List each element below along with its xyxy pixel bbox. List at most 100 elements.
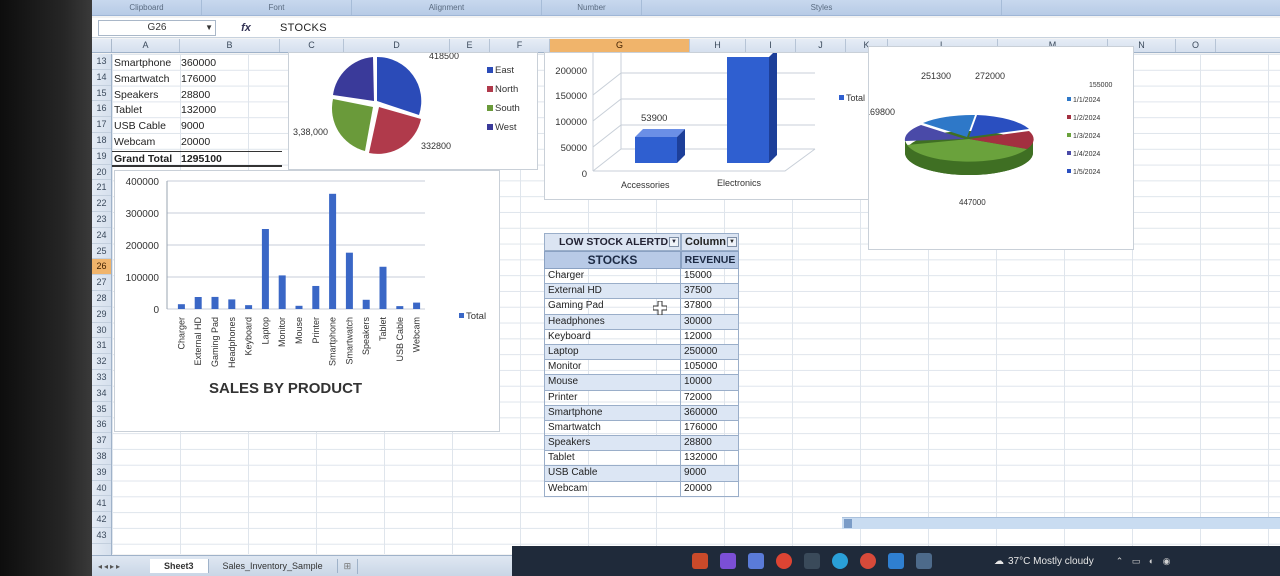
- name-box[interactable]: G26 ▼: [98, 19, 216, 36]
- app-icon-8[interactable]: [888, 553, 904, 569]
- pivot-row[interactable]: Printer 72000: [544, 390, 742, 406]
- tab-sheet3[interactable]: Sheet3: [150, 559, 209, 573]
- bar-gaming-pad[interactable]: [211, 296, 219, 309]
- product-cell[interactable]: Smartphone: [112, 56, 178, 72]
- product-cell[interactable]: USB Cable: [112, 119, 178, 135]
- pivot-stock-cell[interactable]: Monitor: [544, 360, 681, 376]
- row-header-26[interactable]: 26: [92, 259, 111, 276]
- pivot-revenue-cell[interactable]: 28800: [681, 436, 739, 452]
- row-header-35[interactable]: 35: [92, 402, 111, 418]
- pivot-revenue-cell[interactable]: 250000: [681, 344, 739, 361]
- grand-total-label[interactable]: Grand Total: [112, 152, 178, 165]
- pivot-stock-cell[interactable]: Speakers: [544, 436, 681, 452]
- pivot-stock-cell[interactable]: Headphones: [544, 314, 681, 330]
- pivot-row[interactable]: Monitor 105000: [544, 360, 742, 376]
- bar-smartphone[interactable]: [329, 193, 337, 309]
- pivot-row[interactable]: Charger 15000: [544, 269, 742, 285]
- pivot-revenue-cell[interactable]: 105000: [681, 360, 739, 376]
- pivot-stock-cell[interactable]: Keyboard: [544, 329, 681, 345]
- value-cell[interactable]: 176000: [178, 72, 278, 88]
- bar-charger[interactable]: [177, 304, 185, 309]
- app-icon-7[interactable]: [860, 553, 876, 569]
- app-icon-3[interactable]: [748, 553, 764, 569]
- bar-monitor[interactable]: [278, 275, 286, 309]
- row-header-21[interactable]: 21: [92, 180, 111, 197]
- row-header-33[interactable]: 33: [92, 370, 111, 386]
- pivot-revenue-cell[interactable]: 176000: [681, 420, 739, 437]
- row-header-13[interactable]: 13: [92, 54, 111, 70]
- grand-total-row[interactable]: Grand Total 1295100: [112, 150, 282, 167]
- row-header-20[interactable]: 20: [92, 165, 111, 181]
- pivot-revenue-cell[interactable]: 37800: [681, 299, 739, 315]
- ribbon-group-alignment[interactable]: Alignment: [352, 0, 542, 15]
- new-sheet-icon[interactable]: ⊞: [338, 558, 359, 574]
- product-cell[interactable]: Smartwatch: [112, 72, 178, 88]
- pivot-revenue-cell[interactable]: 360000: [681, 405, 739, 421]
- pie-slice-east[interactable]: [377, 56, 422, 115]
- pie-slice-west[interactable]: [333, 57, 374, 101]
- bar-electronics[interactable]: [727, 53, 777, 163]
- column-header-b[interactable]: B: [180, 39, 280, 52]
- app-icon-5[interactable]: [804, 553, 820, 569]
- value-cell[interactable]: 28800: [178, 88, 278, 104]
- value-cell[interactable]: 360000: [178, 56, 278, 72]
- row-header-30[interactable]: 30: [92, 323, 111, 339]
- pivot-header-stocks[interactable]: STOCKS: [544, 251, 681, 269]
- value-cell[interactable]: 9000: [178, 119, 278, 135]
- pivot-row[interactable]: Keyboard 12000: [544, 329, 742, 345]
- pivot-row[interactable]: Tablet 132000: [544, 451, 742, 467]
- select-all-corner[interactable]: [92, 39, 112, 52]
- product-cell[interactable]: Speakers: [112, 88, 178, 104]
- pivot-row[interactable]: External HD 37500: [544, 284, 742, 300]
- weather-widget[interactable]: ☁ 37°C Mostly cloudy: [994, 556, 1094, 567]
- bar-headphones[interactable]: [228, 299, 236, 309]
- filter-dropdown-icon[interactable]: ▼: [669, 237, 679, 247]
- pivot-row[interactable]: Webcam 20000: [544, 481, 742, 497]
- pivot-revenue-cell[interactable]: 12000: [681, 329, 739, 345]
- ribbon-group-font[interactable]: Font: [202, 0, 352, 15]
- row-header-38[interactable]: 38: [92, 449, 111, 465]
- pivot-row[interactable]: Smartphone 360000: [544, 405, 742, 421]
- row-header-24[interactable]: 24: [92, 228, 111, 244]
- pivot-row[interactable]: Laptop 250000: [544, 344, 742, 361]
- row-header-32[interactable]: 32: [92, 354, 111, 370]
- row-header-23[interactable]: 23: [92, 212, 111, 228]
- system-tray-icons[interactable]: ⌃ ▭ ◐ ◉: [1116, 556, 1174, 567]
- date-pie-chart[interactable]: 251300 272000 169800 155000 447000 1/1/2…: [868, 46, 1134, 250]
- tab-sales-inventory-sample[interactable]: Sales_Inventory_Sample: [209, 559, 338, 573]
- data-row[interactable]: USB Cable 9000: [112, 119, 282, 135]
- row-header-39[interactable]: 39: [92, 465, 111, 481]
- pivot-stock-cell[interactable]: Smartphone: [544, 405, 681, 421]
- bar-usb-cable[interactable]: [396, 306, 404, 309]
- bar-speakers[interactable]: [362, 299, 370, 309]
- pivot-row[interactable]: Smartwatch 176000: [544, 420, 742, 437]
- row-header-31[interactable]: 31: [92, 338, 111, 355]
- pivot-stock-cell[interactable]: USB Cable: [544, 466, 681, 482]
- pivot-row[interactable]: Mouse 10000: [544, 375, 742, 391]
- pivot-row[interactable]: USB Cable 9000: [544, 466, 742, 482]
- column-header-h[interactable]: H: [690, 39, 746, 52]
- pivot-stock-cell[interactable]: Mouse: [544, 375, 681, 391]
- pivot-stock-cell[interactable]: External HD: [544, 284, 681, 300]
- pivot-revenue-cell[interactable]: 37500: [681, 284, 739, 300]
- chrome-icon[interactable]: [776, 553, 792, 569]
- column-dropdown-icon[interactable]: ▼: [727, 237, 737, 247]
- pivot-filter-label[interactable]: LOW STOCK ALERTD ▼: [544, 233, 681, 251]
- row-header-40[interactable]: 40: [92, 481, 111, 497]
- row-header-41[interactable]: 41: [92, 496, 111, 513]
- pivot-stock-cell[interactable]: Printer: [544, 390, 681, 406]
- pivot-stock-cell[interactable]: Tablet: [544, 451, 681, 467]
- data-row[interactable]: Smartwatch 176000: [112, 72, 282, 88]
- row-header-43[interactable]: 43: [92, 528, 111, 544]
- bar-laptop[interactable]: [261, 229, 269, 309]
- app-icon-9[interactable]: [916, 553, 932, 569]
- sheet-nav-arrows-icon[interactable]: ◂◂▸▸: [92, 562, 150, 571]
- pivot-stock-cell[interactable]: Webcam: [544, 481, 681, 497]
- bar-webcam[interactable]: [413, 302, 421, 309]
- column-header-d[interactable]: D: [344, 39, 450, 52]
- row-header-15[interactable]: 15: [92, 86, 111, 102]
- column-header-f[interactable]: F: [490, 39, 550, 52]
- bar-mouse[interactable]: [295, 305, 303, 309]
- row-header-27[interactable]: 27: [92, 275, 111, 291]
- sales-by-product-chart[interactable]: 400000 300000 200000 100000 0 Charger Externa…: [114, 170, 500, 432]
